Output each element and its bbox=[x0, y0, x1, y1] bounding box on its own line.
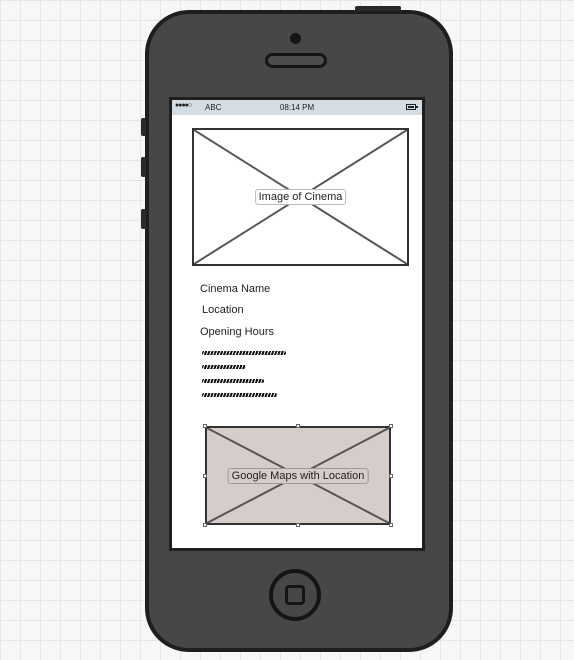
speaker-grille bbox=[265, 53, 327, 68]
volume-down-button bbox=[141, 209, 146, 229]
home-button[interactable] bbox=[269, 569, 321, 621]
map-placeholder[interactable]: Google Maps with Location bbox=[205, 426, 391, 525]
resize-handle-top-left[interactable] bbox=[203, 424, 207, 428]
camera-icon bbox=[290, 33, 301, 44]
scribble-text-line bbox=[202, 351, 286, 355]
location-label: Location bbox=[202, 304, 244, 316]
mute-switch bbox=[141, 118, 146, 136]
status-bar: ●●●●○ ABC 08:14 PM bbox=[172, 100, 422, 115]
resize-handle-bottom-left[interactable] bbox=[203, 523, 207, 527]
cinema-name-label: Cinema Name bbox=[200, 283, 271, 295]
resize-handle-bottom-right[interactable] bbox=[389, 523, 393, 527]
power-button bbox=[355, 6, 401, 11]
resize-handle-bottom[interactable] bbox=[296, 523, 300, 527]
home-square-icon bbox=[285, 585, 305, 605]
status-time: 08:14 PM bbox=[279, 103, 315, 112]
scribble-text-line bbox=[202, 379, 264, 383]
resize-handle-right[interactable] bbox=[389, 474, 393, 478]
map-placeholder-label: Google Maps with Location bbox=[227, 467, 369, 484]
cinema-image-placeholder[interactable]: Image of Cinema bbox=[192, 128, 409, 266]
image-placeholder-label: Image of Cinema bbox=[254, 189, 347, 205]
resize-handle-top[interactable] bbox=[296, 424, 300, 428]
opening-hours-label: Opening Hours bbox=[200, 326, 274, 338]
volume-up-button bbox=[141, 157, 146, 177]
scribble-text-line bbox=[202, 393, 277, 397]
battery-icon bbox=[406, 104, 418, 110]
scribble-text-line bbox=[202, 365, 246, 369]
resize-handle-left[interactable] bbox=[203, 474, 207, 478]
resize-handle-top-right[interactable] bbox=[389, 424, 393, 428]
